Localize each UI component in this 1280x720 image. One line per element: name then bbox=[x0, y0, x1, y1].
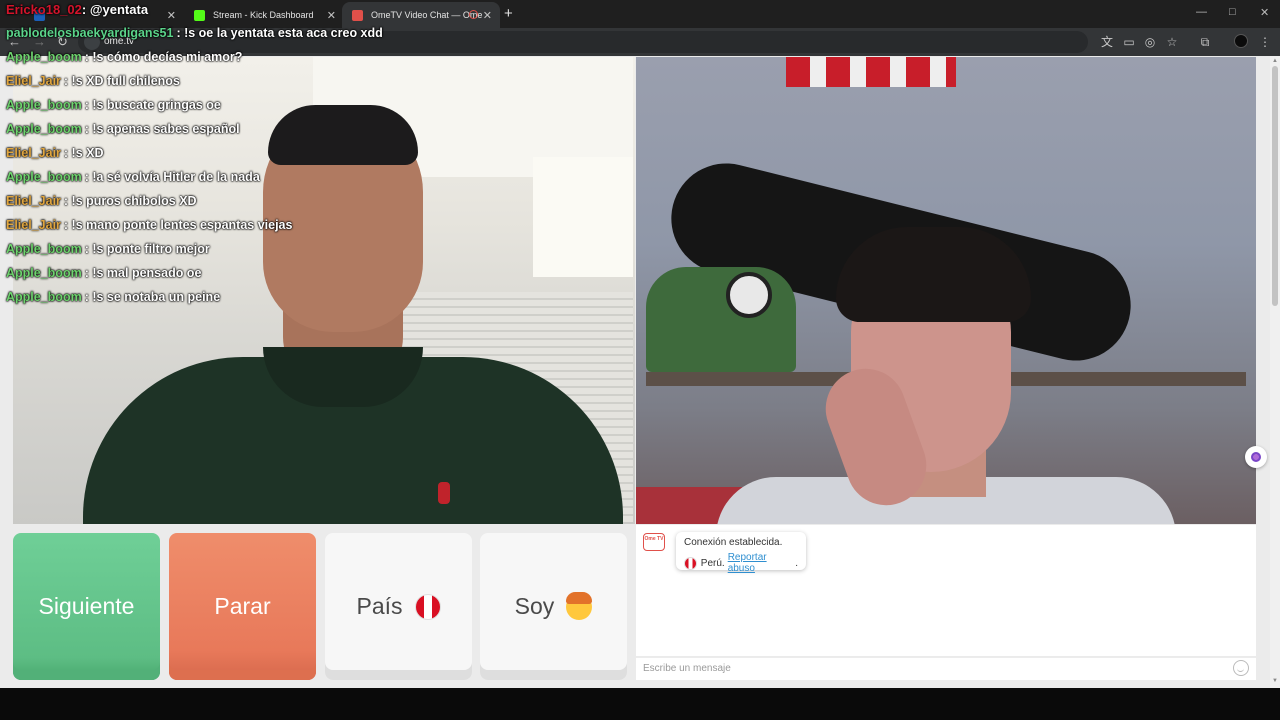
tab-label: OmeTV Video Chat — Ome bbox=[371, 10, 483, 20]
extensions-icon[interactable]: ⧉ bbox=[1198, 35, 1212, 49]
overlay-chat-text: : !s cómo decías mi amor? bbox=[84, 50, 243, 64]
scroll-up-icon[interactable]: ▲ bbox=[1272, 58, 1278, 64]
overlay-chat-username: Eliel_Jair bbox=[6, 146, 61, 160]
country-button-label: País bbox=[356, 593, 403, 619]
overlay-chat-text: : !s buscate gringas oe bbox=[84, 98, 221, 112]
overlay-title: Ericko18_02: @yentata bbox=[6, 2, 148, 22]
peru-flag-icon bbox=[414, 593, 441, 620]
minimize-button[interactable]: — bbox=[1196, 6, 1207, 18]
overlay-chat-text: : !a sé volvía Hitler de la nada bbox=[84, 170, 260, 184]
extension-badge-icon[interactable] bbox=[1245, 446, 1267, 468]
overlay-chat-username: Apple_boom bbox=[6, 242, 82, 256]
overlay-chat-message: Apple_boom: !s apenas sabes español bbox=[6, 122, 240, 136]
overlay-chat-message: Apple_boom: !s ponte filtro mejor bbox=[6, 242, 210, 256]
gender-filter-button[interactable]: Soy bbox=[480, 533, 627, 680]
overlay-chat-text: : !s oe la yentata esta aca creo xdd bbox=[176, 26, 383, 40]
stop-button[interactable]: Parar bbox=[169, 533, 316, 680]
recording-icon bbox=[469, 10, 478, 19]
overlay-chat-username: pablodelosbaekyardigans51 bbox=[6, 26, 174, 40]
cast-icon[interactable]: ▭ bbox=[1122, 35, 1136, 49]
gender-button-label: Soy bbox=[514, 593, 555, 619]
overlay-chat-username: Eliel_Jair bbox=[6, 74, 61, 88]
overlay-chat-message: Eliel_Jair: !s XD full chilenos bbox=[6, 74, 180, 88]
stranger-hair bbox=[836, 227, 1031, 322]
overlay-chat-text: : !s XD bbox=[63, 146, 104, 160]
tab-close-icon[interactable]: ✕ bbox=[483, 9, 492, 22]
stop-button-label: Parar bbox=[214, 593, 271, 619]
system-message: Conexión establecida. Perú. Reportar abu… bbox=[676, 532, 806, 574]
country-filter-button[interactable]: País bbox=[325, 533, 472, 680]
overlay-chat-text: : !s puros chibolos XD bbox=[63, 194, 197, 208]
overlay-chat-message: Eliel_Jair: !s puros chibolos XD bbox=[6, 194, 197, 208]
message-input[interactable]: Escribe un mensaje bbox=[636, 657, 1256, 680]
overlay-chat-text: : !s mal pensado oe bbox=[84, 266, 202, 280]
overlay-chat-username: Eliel_Jair bbox=[6, 194, 61, 208]
overlay-chat-message: Apple_boom: !s se notaba un peine bbox=[6, 290, 220, 304]
country-name: Perú. bbox=[700, 557, 725, 569]
soccer-ball bbox=[726, 272, 772, 318]
ometv-favicon-icon bbox=[352, 9, 363, 21]
overlay-chat-username: Apple_boom bbox=[6, 98, 82, 112]
wall-flags bbox=[786, 57, 956, 87]
overlay-title-user: Ericko18_02 bbox=[6, 2, 82, 17]
overlay-chat-message: Apple_boom: !a sé volvía Hitler de la na… bbox=[6, 170, 260, 184]
overlay-chat-text: : !s ponte filtro mejor bbox=[84, 242, 210, 256]
overlay-chat-username: Apple_boom bbox=[6, 122, 82, 136]
browser-tab-kick-dashboard[interactable]: Stream - Kick Dashboard ✕ bbox=[184, 2, 344, 28]
report-abuse-link[interactable]: Reportar abuso bbox=[728, 552, 796, 574]
tab-label: Stream - Kick Dashboard bbox=[213, 10, 314, 20]
scroll-thumb[interactable] bbox=[1272, 66, 1278, 306]
remote-video bbox=[636, 57, 1256, 524]
tab-close-icon[interactable]: ✕ bbox=[167, 9, 176, 22]
taskbar-strip bbox=[0, 688, 1280, 720]
person-hair bbox=[268, 105, 418, 165]
browser-tab-bar: ✕ Stream - Kick Dashboard ✕ OmeTV Video … bbox=[0, 0, 1280, 28]
overlay-chat-message: Apple_boom: !s mal pensado oe bbox=[6, 266, 201, 280]
overlay-chat-username: Apple_boom bbox=[6, 170, 82, 184]
browser-tab-ometv[interactable]: OmeTV Video Chat — Ome ✕ bbox=[342, 2, 500, 28]
toy-figures bbox=[646, 267, 796, 372]
translate-icon[interactable]: 文 bbox=[1100, 35, 1114, 49]
report-suffix: . bbox=[795, 557, 798, 569]
overlay-chat-message: Eliel_Jair: !s mano ponte lentes espanta… bbox=[6, 218, 292, 232]
overlay-chat-text: : !s mano ponte lentes espantas viejas bbox=[63, 218, 293, 232]
tab-close-icon[interactable]: ✕ bbox=[327, 9, 336, 22]
overlay-chat-text: : !s se notaba un peine bbox=[84, 290, 221, 304]
overlay-chat-username: Eliel_Jair bbox=[6, 218, 61, 232]
bookmark-star-icon[interactable]: ☆ bbox=[1165, 35, 1179, 49]
eye-off-icon[interactable]: ◎ bbox=[1143, 35, 1157, 49]
new-tab-button[interactable]: + bbox=[504, 5, 513, 22]
overlay-chat-text: : !s XD full chilenos bbox=[63, 74, 180, 88]
emoji-picker-icon[interactable] bbox=[1233, 660, 1249, 676]
overlay-chat-text: : !s apenas sabes español bbox=[84, 122, 240, 136]
country-row: Perú. Reportar abuso. bbox=[684, 552, 798, 574]
scroll-down-icon[interactable]: ▼ bbox=[1272, 678, 1278, 684]
peru-flag-icon bbox=[684, 556, 697, 570]
next-button[interactable]: Siguiente bbox=[13, 533, 160, 680]
maximize-button[interactable]: □ bbox=[1229, 6, 1236, 18]
shirt-logo bbox=[438, 482, 450, 504]
overlay-chat-message: Apple_boom: !s buscate gringas oe bbox=[6, 98, 221, 112]
page-scrollbar[interactable]: ▲ ▼ bbox=[1270, 56, 1280, 688]
overlay-chat-message: Apple_boom: !s cómo decías mi amor? bbox=[6, 50, 242, 64]
connection-status: Conexión establecida. bbox=[684, 537, 783, 548]
overlay-chat-message: pablodelosbaekyardigans51: !s oe la yent… bbox=[6, 26, 383, 40]
close-window-button[interactable]: ✕ bbox=[1260, 6, 1269, 19]
boy-emoji-icon bbox=[566, 591, 593, 620]
overlay-chat-username: Apple_boom bbox=[6, 290, 82, 304]
overlay-chat-message: Eliel_Jair: !s XD bbox=[6, 146, 104, 160]
profile-avatar[interactable] bbox=[1234, 34, 1248, 48]
next-button-label: Siguiente bbox=[38, 593, 135, 619]
kick-favicon-icon bbox=[194, 9, 205, 21]
menu-icon[interactable]: ⋮ bbox=[1258, 35, 1272, 49]
window-light bbox=[533, 157, 633, 277]
ometv-logo-icon: Ome TV bbox=[643, 533, 665, 551]
overlay-title-text: : @yentata bbox=[81, 2, 149, 17]
overlay-chat-username: Apple_boom bbox=[6, 266, 82, 280]
overlay-chat-username: Apple_boom bbox=[6, 50, 82, 64]
